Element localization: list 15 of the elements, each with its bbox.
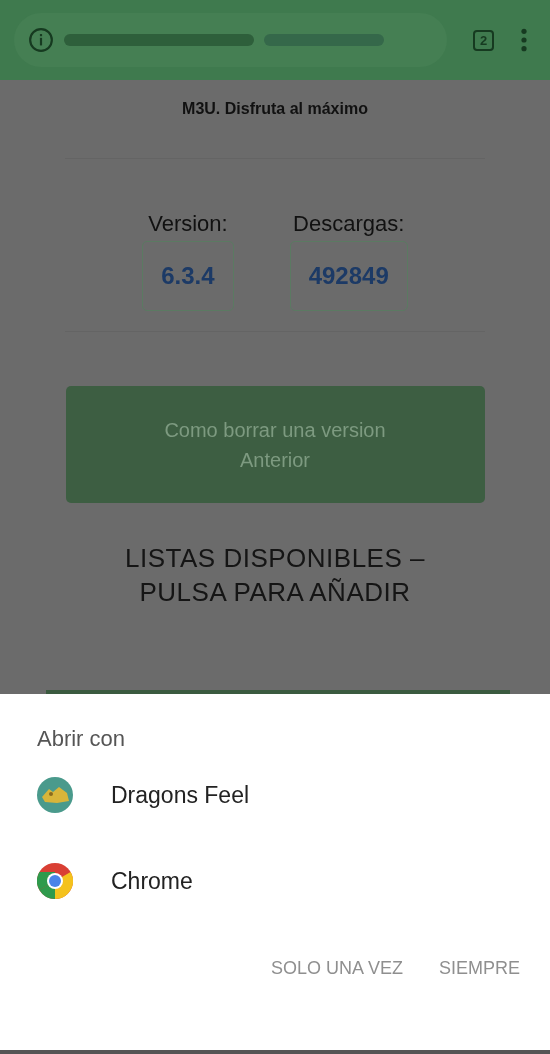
description-text: M3U. Disfruta al máximo xyxy=(182,100,368,118)
app-icon xyxy=(37,777,73,813)
remove-version-button[interactable]: Como borrar una version Anterior xyxy=(65,386,485,503)
section-heading: LISTAS DISPONIBLES – PULSA PARA AÑADIR xyxy=(124,542,426,609)
chrome-icon xyxy=(37,863,73,899)
menu-icon[interactable] xyxy=(520,27,528,53)
info-icon[interactable] xyxy=(28,27,54,53)
app-option[interactable]: Dragons Feel xyxy=(0,752,550,838)
stat-label: Descargas: xyxy=(293,211,405,237)
tab-count[interactable]: 2 xyxy=(473,29,494,51)
stat-value: 492849 xyxy=(289,241,408,311)
stat-value: 6.3.4 xyxy=(142,241,234,311)
stat-label: Version: xyxy=(148,211,228,237)
app-option[interactable]: Chrome xyxy=(0,838,550,924)
sheet-title: Abrir con xyxy=(36,725,127,752)
